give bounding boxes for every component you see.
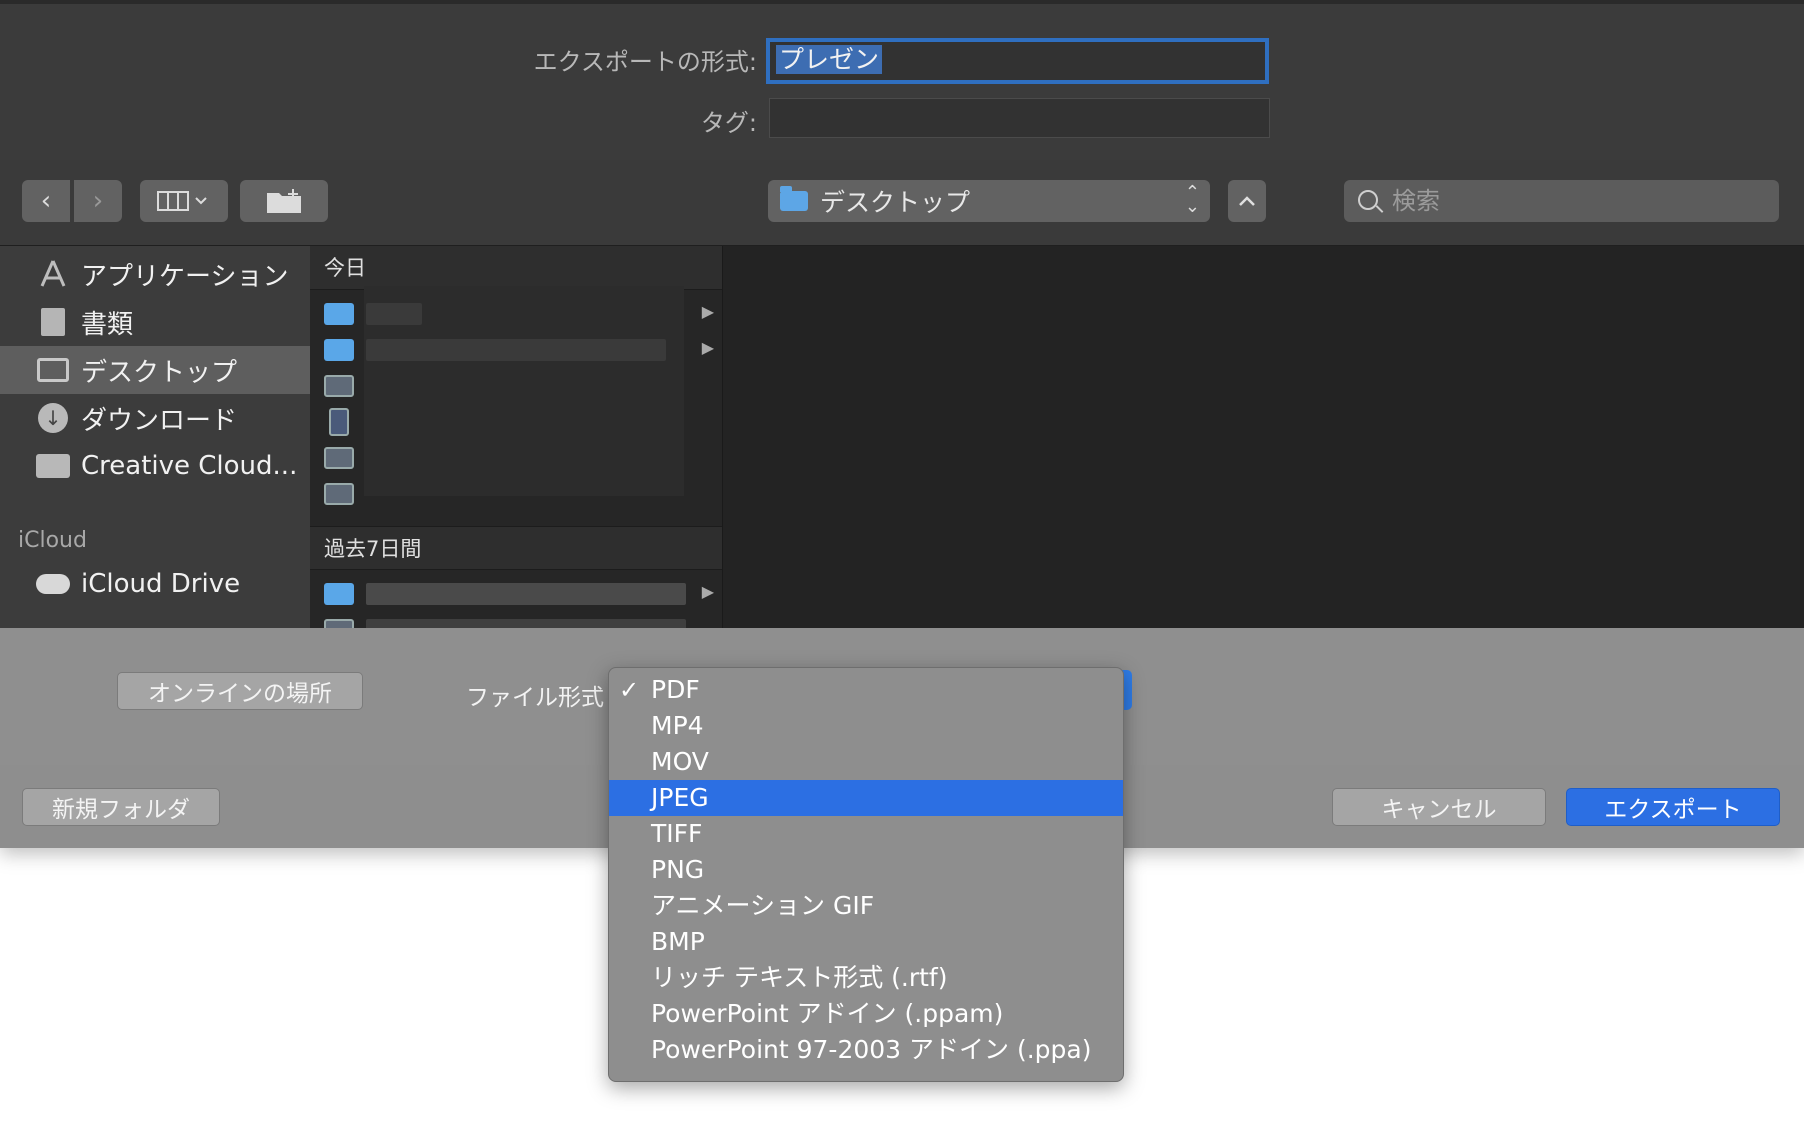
folder-icon <box>324 303 354 325</box>
applications-icon <box>35 259 71 289</box>
expand-toggle-button[interactable] <box>1228 180 1266 222</box>
sidebar-item-icloud-drive[interactable]: iCloud Drive <box>0 560 310 608</box>
document-file-icon <box>329 408 349 436</box>
disclosure-arrow-icon: ▶ <box>701 302 714 321</box>
sidebar-item-downloads[interactable]: ↓ ダウンロード <box>0 394 310 442</box>
search-input[interactable]: 検索 <box>1344 180 1779 222</box>
export-as-label: エクスポートの形式: <box>533 48 757 76</box>
disclosure-arrow-icon: ▶ <box>701 338 714 357</box>
image-file-icon <box>324 375 354 397</box>
chevron-up-icon <box>1239 196 1255 206</box>
file-format-label: ファイル形式 <box>466 685 604 711</box>
desktop-icon <box>35 355 71 385</box>
menu-item-pdf[interactable]: ✓ PDF <box>609 672 1123 708</box>
sidebar-item-documents[interactable]: 書類 <box>0 298 310 346</box>
search-icon <box>1358 190 1378 210</box>
list-item[interactable] <box>310 477 722 511</box>
list-item[interactable] <box>310 405 722 439</box>
list-item[interactable]: ▶ <box>310 577 722 611</box>
folder-icon <box>324 583 354 605</box>
downloads-icon: ↓ <box>35 403 71 433</box>
checkmark-icon: ✓ <box>619 676 640 704</box>
name-area: エクスポートの形式: プレゼン タグ: <box>0 0 1804 161</box>
location-popup[interactable]: デスクトップ ⌃ ⌄ <box>768 180 1210 222</box>
menu-item-mp4[interactable]: MP4 <box>609 708 1123 744</box>
new-folder-icon <box>267 189 301 213</box>
folder-icon <box>35 451 71 481</box>
image-file-icon <box>324 447 354 469</box>
cloud-icon <box>35 569 71 599</box>
new-folder-button[interactable]: 新規フォルダ <box>22 788 220 826</box>
file-column: 今日 ▶ ▶ 過去7日間 ▶ <box>310 246 723 641</box>
cancel-button[interactable]: キャンセル <box>1332 788 1546 826</box>
sidebar-item-applications[interactable]: アプリケーション <box>0 250 310 298</box>
columns-view-icon <box>157 191 207 211</box>
online-locations-button[interactable]: オンラインの場所 <box>117 672 363 710</box>
tags-label: タグ: <box>700 109 757 137</box>
chevron-right-icon: › <box>92 186 104 216</box>
chevron-left-icon: ‹ <box>40 186 52 216</box>
export-button[interactable]: エクスポート <box>1566 788 1780 826</box>
view-mode-button[interactable] <box>140 180 228 222</box>
documents-icon <box>35 307 71 337</box>
list-item[interactable]: ▶ <box>310 297 722 331</box>
menu-item-animated-gif[interactable]: アニメーション GIF <box>609 888 1123 924</box>
section-header-last-7-days: 過去7日間 <box>310 526 722 570</box>
back-button[interactable]: ‹ <box>22 180 70 222</box>
file-format-menu: ✓ PDF MP4 MOV JPEG TIFF PNG アニメーション GIF B… <box>608 667 1124 1082</box>
image-file-icon <box>324 483 354 505</box>
section-header-today: 今日 <box>310 246 722 290</box>
menu-item-rtf[interactable]: リッチ テキスト形式 (.rtf) <box>609 960 1123 996</box>
export-name-field[interactable]: プレゼン <box>766 38 1269 84</box>
sidebar: アプリケーション 書類 デスクトップ ↓ ダウンロード Creative Clo… <box>0 246 310 628</box>
folder-icon <box>324 339 354 361</box>
forward-button[interactable]: › <box>74 180 122 222</box>
menu-item-jpeg[interactable]: JPEG <box>609 780 1123 816</box>
new-folder-toolbar-button[interactable] <box>240 180 328 222</box>
search-placeholder: 検索 <box>1392 187 1440 215</box>
disclosure-arrow-icon: ▶ <box>701 582 714 601</box>
sidebar-section-icloud: iCloud <box>18 528 87 553</box>
toolbar: ‹ › デスクトップ ⌃ ⌄ 検索 <box>0 160 1804 246</box>
preview-pane <box>723 246 1804 628</box>
sidebar-item-creative-cloud[interactable]: Creative Cloud... <box>0 442 310 490</box>
list-item[interactable] <box>310 441 722 475</box>
menu-item-png[interactable]: PNG <box>609 852 1123 888</box>
menu-item-tiff[interactable]: TIFF <box>609 816 1123 852</box>
menu-item-mov[interactable]: MOV <box>609 744 1123 780</box>
updown-chevron-icon: ⌃ ⌄ <box>1184 182 1200 217</box>
export-name-text: プレゼン <box>776 45 883 74</box>
menu-item-ppam[interactable]: PowerPoint アドイン (.ppam) <box>609 996 1123 1032</box>
sidebar-item-desktop[interactable]: デスクトップ <box>0 346 310 394</box>
folder-icon <box>780 186 808 211</box>
location-label: デスクトップ <box>820 188 971 217</box>
list-item[interactable] <box>310 369 722 403</box>
tags-field[interactable] <box>769 98 1270 138</box>
list-item[interactable]: ▶ <box>310 333 722 367</box>
menu-item-bmp[interactable]: BMP <box>609 924 1123 960</box>
menu-item-ppa[interactable]: PowerPoint 97-2003 アドイン (.ppa) <box>609 1032 1123 1068</box>
